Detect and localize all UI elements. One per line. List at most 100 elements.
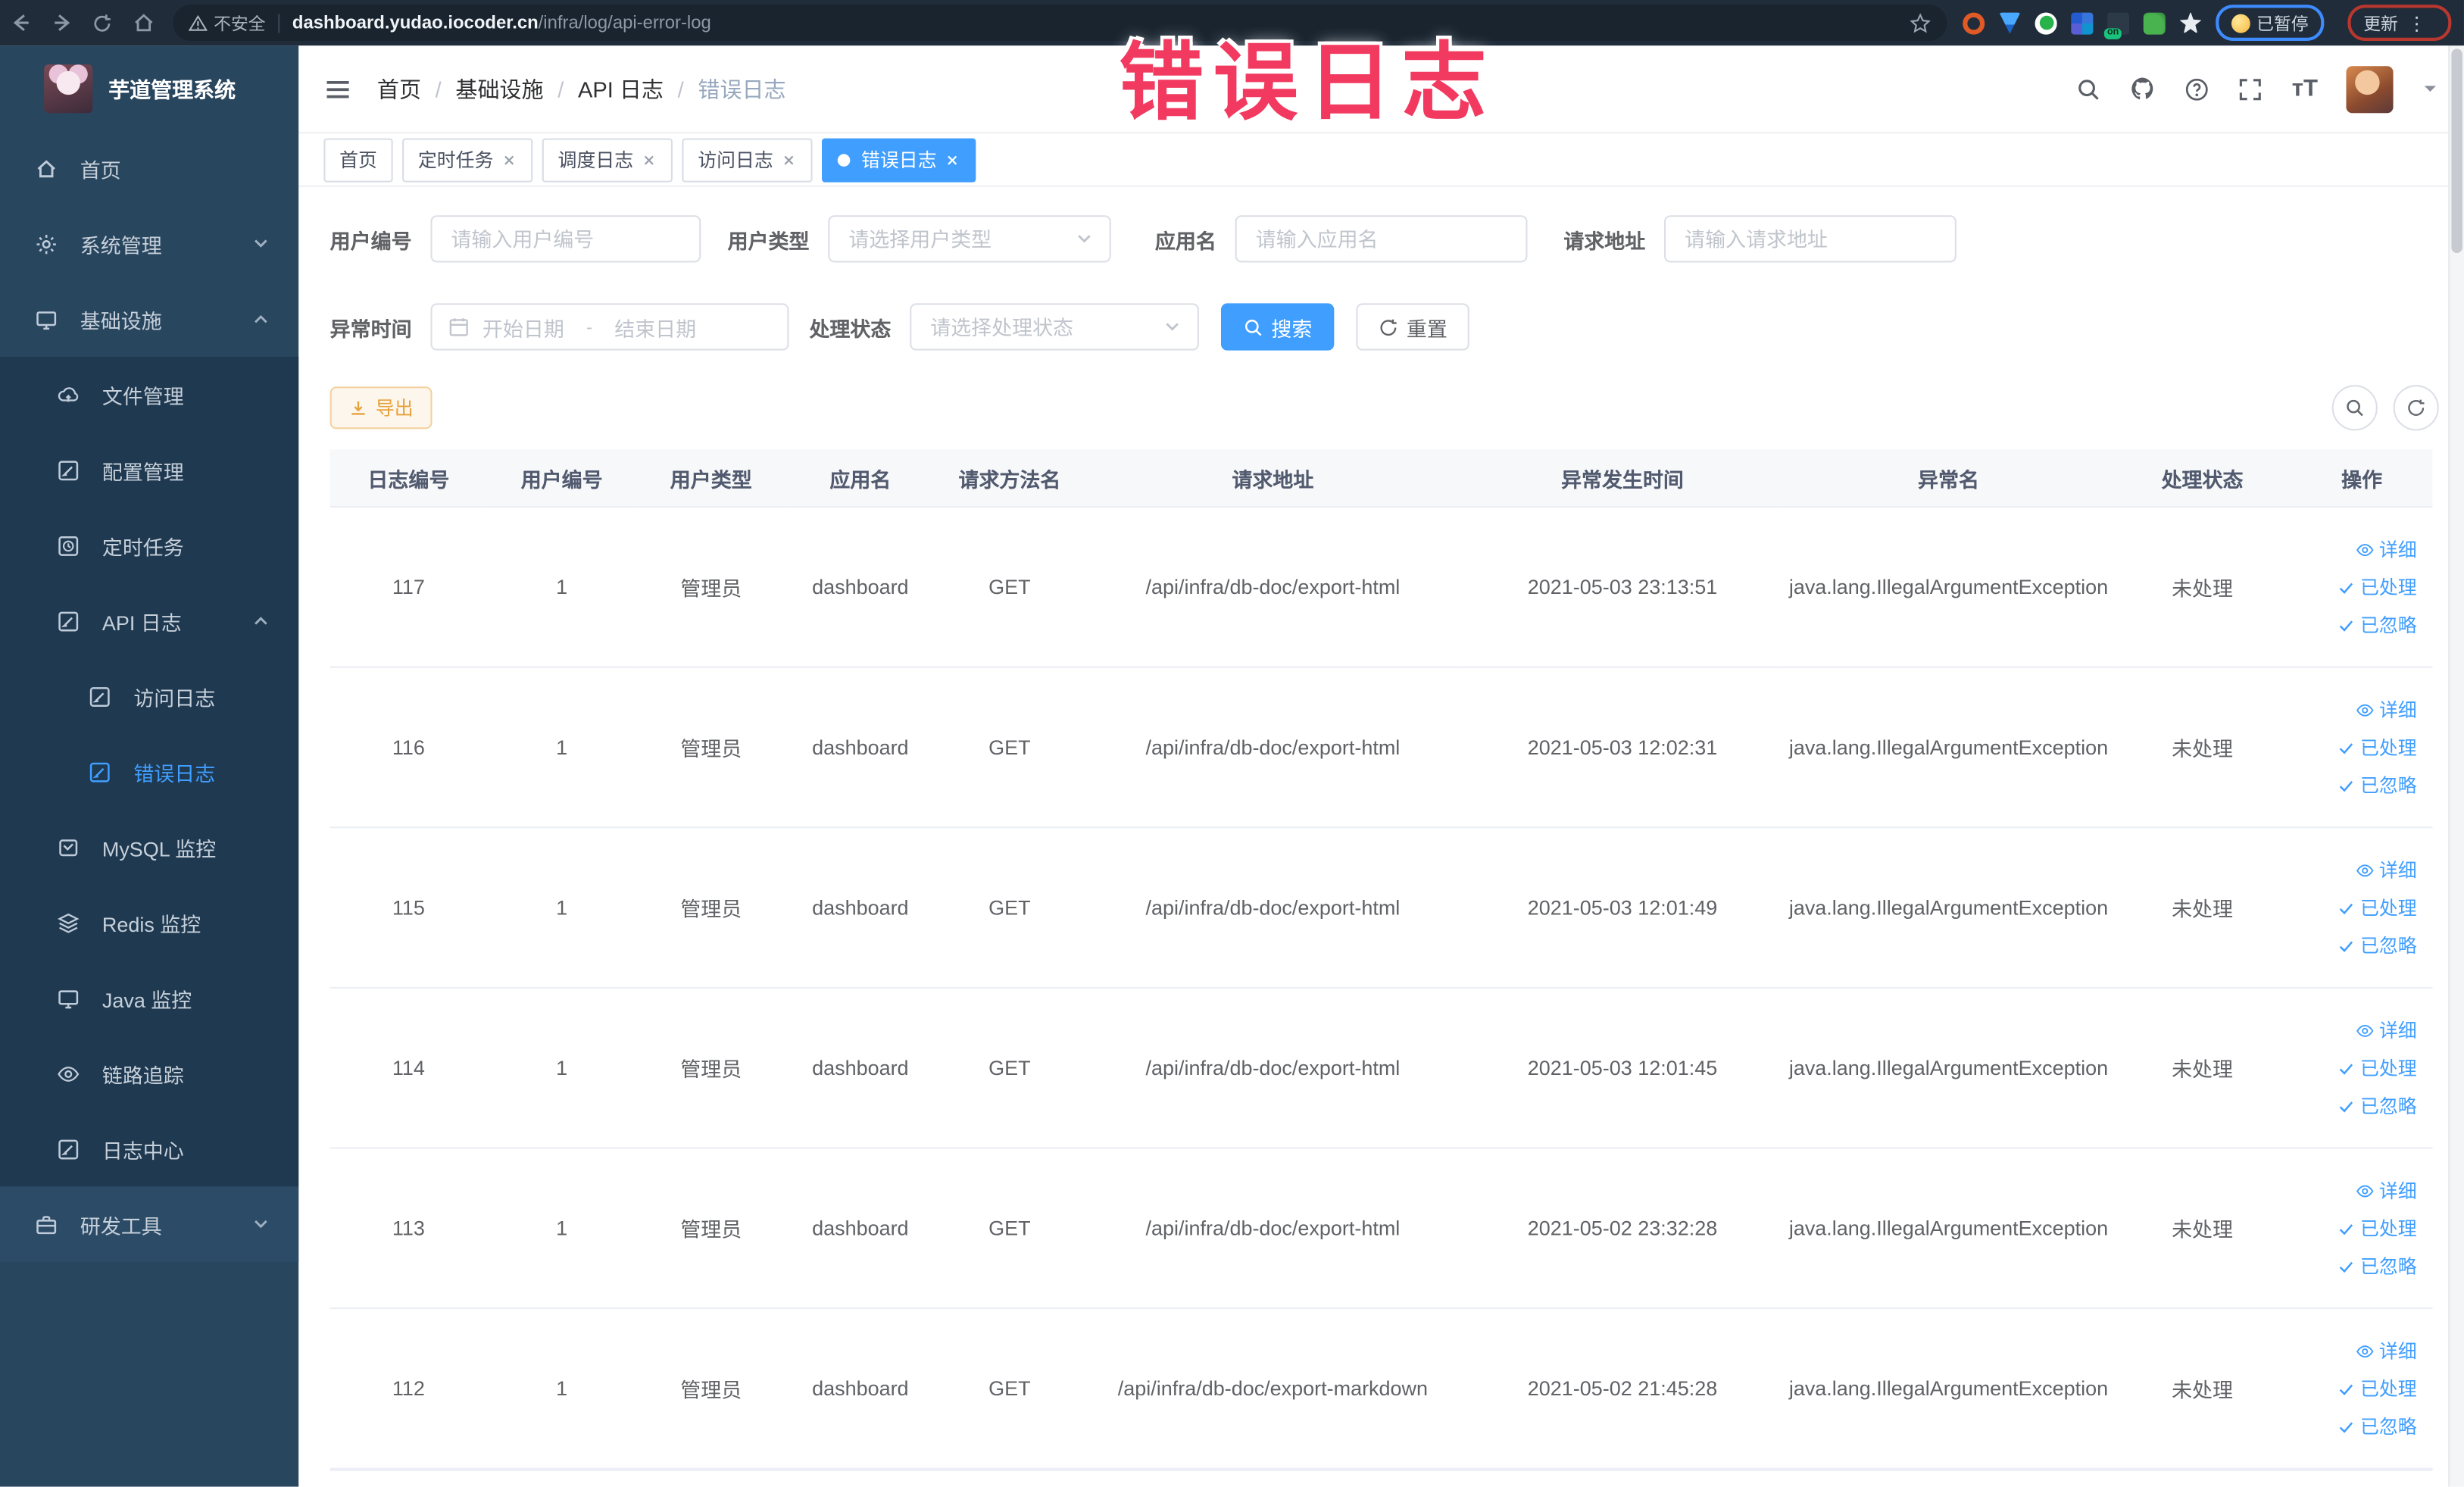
sidebar-item-home[interactable]: 首页	[0, 130, 298, 206]
ignored-link[interactable]: 已忽略	[2337, 1413, 2417, 1439]
close-icon[interactable]	[642, 152, 657, 167]
ignored-link[interactable]: 已忽略	[2337, 772, 2417, 798]
ignored-link[interactable]: 已忽略	[2337, 611, 2417, 638]
search-icon[interactable]	[2077, 77, 2102, 102]
user-id-input[interactable]	[430, 215, 701, 263]
scrollbar-thumb[interactable]	[2451, 48, 2462, 254]
processed-link[interactable]: 已处理	[2337, 1054, 2417, 1081]
extension-icon[interactable]: on	[2103, 11, 2130, 39]
sidebar-item-infrastructure[interactable]: 基础设施	[0, 281, 298, 357]
sidebar-item-java-monitor[interactable]: Java 监控	[0, 961, 298, 1036]
check-icon	[2337, 898, 2356, 917]
tab-home[interactable]: 首页	[323, 137, 393, 182]
search-button[interactable]: 搜索	[1221, 303, 1335, 351]
hamburger-icon[interactable]	[323, 77, 351, 102]
detail-link[interactable]: 详细	[2356, 1177, 2417, 1204]
not-secure-warning[interactable]: 不安全	[189, 10, 266, 35]
exception-time-range-picker[interactable]: 开始日期 - 结束日期	[430, 303, 789, 351]
sidebar-item-scheduled-tasks[interactable]: 定时任务	[0, 508, 298, 583]
sidebar-submenu-infrastructure: 文件管理 配置管理 定时任务 API 日志 访问日志 错误日志 MySQL 监控…	[0, 356, 299, 1187]
fullscreen-icon[interactable]	[2238, 77, 2263, 102]
app-name-input[interactable]	[1235, 215, 1528, 263]
breadcrumb-item[interactable]: 基础设施	[455, 73, 543, 104]
detail-link[interactable]: 详细	[2356, 857, 2417, 883]
col-method: 请求方法名	[935, 449, 1085, 508]
sidebar-item-mysql-monitor[interactable]: MySQL 监控	[0, 809, 298, 885]
processed-link[interactable]: 已处理	[2337, 734, 2417, 761]
check-icon	[2337, 776, 2356, 795]
update-pill[interactable]: 更新 ⋮	[2347, 5, 2452, 41]
table-header: 日志编号 用户编号 用户类型 应用名 请求方法名 请求地址 异常发生时间 异常名…	[329, 449, 2433, 508]
user-avatar[interactable]	[2346, 65, 2394, 113]
detail-link[interactable]: 详细	[2356, 696, 2417, 723]
scrollbar[interactable]	[2448, 45, 2464, 1487]
address-bar[interactable]: 不安全 dashboard.yudao.iocoder.cn /infra/lo…	[173, 5, 1947, 41]
tab-scheduled-tasks[interactable]: 定时任务	[402, 137, 533, 182]
breadcrumb-item[interactable]: 首页	[377, 73, 421, 104]
download-icon	[349, 398, 368, 417]
extension-icon[interactable]	[1998, 11, 2021, 34]
browser-reload-icon[interactable]	[82, 12, 123, 34]
url-path: /infra/log/api-error-log	[538, 13, 711, 33]
ignored-link[interactable]: 已忽略	[2337, 1092, 2417, 1119]
bookmark-star-icon[interactable]	[1910, 12, 1932, 34]
sidebar-item-access-log[interactable]: 访问日志	[0, 658, 298, 734]
toggle-search-button[interactable]	[2331, 385, 2378, 431]
sidebar-item-log-center[interactable]: 日志中心	[0, 1111, 298, 1187]
sidebar-item-api-log[interactable]: API 日志	[0, 583, 298, 659]
processed-link[interactable]: 已处理	[2337, 894, 2417, 920]
reset-button[interactable]: 重置	[1356, 303, 1469, 351]
tab-schedule-log[interactable]: 调度日志	[542, 137, 673, 182]
eye-icon	[2356, 1020, 2375, 1039]
filter-row-2: 异常时间 开始日期 - 结束日期 处理状态 搜索 重置	[298, 303, 2464, 351]
processed-link[interactable]: 已处理	[2337, 1375, 2417, 1401]
detail-link[interactable]: 详细	[2356, 1017, 2417, 1043]
extension-icon[interactable]	[1963, 11, 1985, 34]
font-size-icon[interactable]: тT	[2292, 76, 2318, 102]
processed-link[interactable]: 已处理	[2337, 573, 2417, 600]
tab-access-log[interactable]: 访问日志	[682, 137, 813, 182]
refresh-icon	[1379, 317, 1399, 337]
sidebar-item-dev-tools[interactable]: 研发工具	[0, 1186, 299, 1262]
user-menu-caret-icon[interactable]	[2422, 80, 2439, 98]
close-icon[interactable]	[501, 152, 517, 167]
table-tools	[2331, 385, 2439, 431]
browser-forward-icon[interactable]	[41, 11, 82, 35]
detail-link[interactable]: 详细	[2356, 536, 2417, 562]
sidebar-item-redis-monitor[interactable]: Redis 监控	[0, 885, 298, 961]
close-icon[interactable]	[781, 152, 797, 167]
ignored-link[interactable]: 已忽略	[2337, 1252, 2417, 1279]
extension-icon[interactable]	[2143, 11, 2166, 34]
tampermonkey-paused-pill[interactable]: 已暂停	[2216, 5, 2325, 41]
app-logo[interactable]: 芋道管理系统	[0, 45, 298, 130]
warning-icon	[189, 14, 208, 33]
chevron-down-icon	[251, 1215, 270, 1234]
sidebar-item-error-log[interactable]: 错误日志	[0, 734, 298, 810]
extension-icon[interactable]	[2179, 11, 2202, 34]
close-icon[interactable]	[945, 152, 960, 167]
status-text: 未处理	[2113, 1148, 2291, 1310]
status-text: 未处理	[2113, 667, 2291, 829]
refresh-table-button[interactable]	[2393, 385, 2439, 431]
request-url-input[interactable]	[1664, 215, 1957, 263]
detail-link[interactable]: 详细	[2356, 1337, 2417, 1364]
tab-error-log[interactable]: 错误日志	[822, 137, 976, 182]
user-type-select[interactable]	[828, 215, 1111, 263]
log-edit-icon	[88, 760, 111, 783]
extension-icon[interactable]	[2035, 11, 2057, 34]
sidebar-item-system-management[interactable]: 系统管理	[0, 206, 298, 282]
github-icon[interactable]	[2130, 76, 2156, 102]
export-button[interactable]: 导出	[329, 386, 433, 430]
extension-icon[interactable]	[2071, 11, 2094, 34]
sidebar-item-trace[interactable]: 链路追踪	[0, 1036, 298, 1111]
browser-back-icon[interactable]	[0, 11, 41, 35]
processed-link[interactable]: 已处理	[2337, 1215, 2417, 1242]
browser-home-icon[interactable]	[123, 11, 164, 35]
app-title: 芋道管理系统	[108, 78, 236, 102]
process-status-select[interactable]	[910, 303, 1199, 351]
sidebar-item-file-management[interactable]: 文件管理	[0, 357, 298, 433]
breadcrumb-item[interactable]: API 日志	[578, 73, 664, 104]
help-icon[interactable]	[2185, 77, 2210, 102]
sidebar-item-config-management[interactable]: 配置管理	[0, 433, 298, 508]
ignored-link[interactable]: 已忽略	[2337, 932, 2417, 958]
